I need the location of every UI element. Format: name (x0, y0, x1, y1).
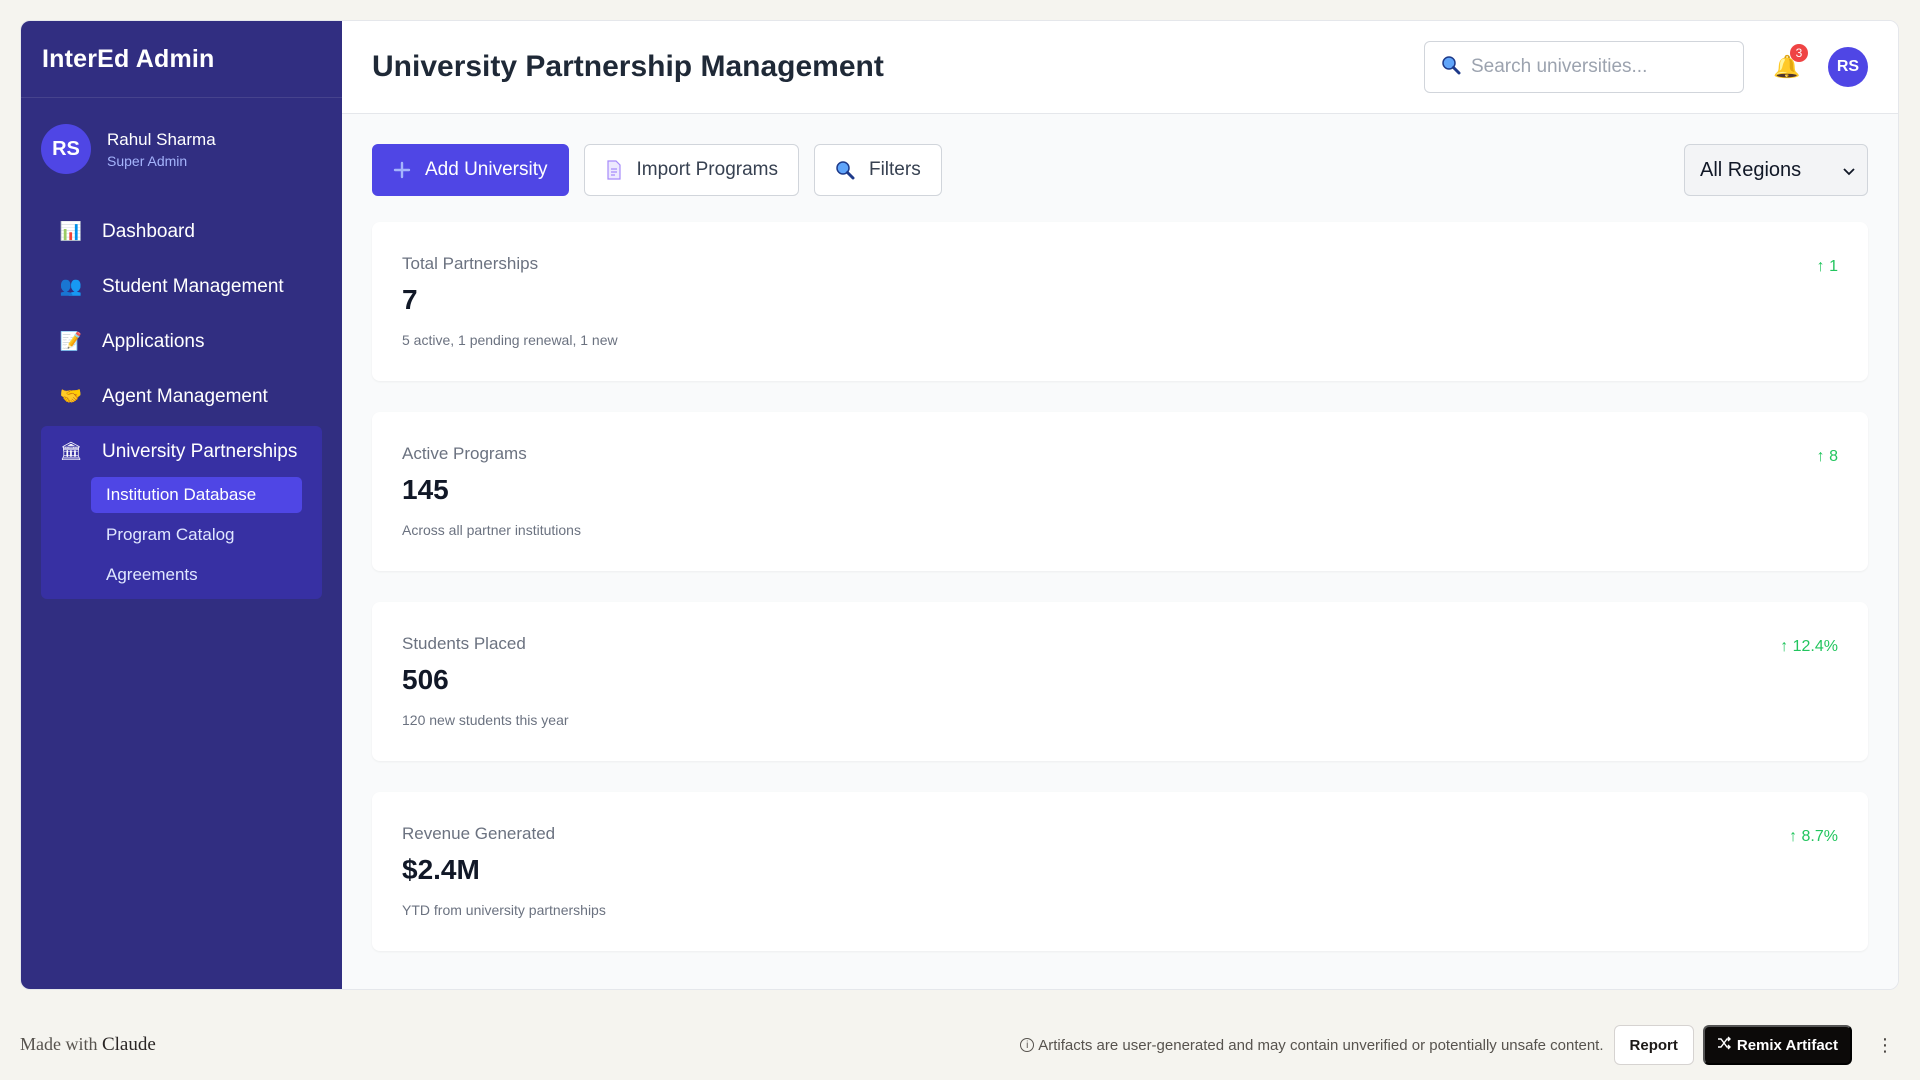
stats-cards: Total Partnerships 7 5 active, 1 pending… (372, 222, 1868, 982)
stat-label: Revenue Generated (402, 824, 556, 843)
header-avatar[interactable]: RS (1828, 47, 1868, 87)
search-box[interactable] (1424, 41, 1744, 93)
made-with-label: Made with (20, 1034, 98, 1054)
disclaimer: i Artifacts are user-generated and may c… (1020, 1036, 1604, 1054)
stat-value: 7 (402, 284, 418, 315)
stat-subtext: Across all partner institutions (402, 522, 581, 538)
stat-trend: ↑ 12.4% (1780, 638, 1838, 655)
top-bar: University Partnership Management 🔔 3 RS (342, 21, 1898, 114)
more-options-icon[interactable]: ⋮ (1876, 1035, 1894, 1056)
chevron-down-icon (1843, 159, 1855, 182)
sidebar-item-dashboard[interactable]: 📊 Dashboard (41, 206, 322, 257)
disclaimer-text: Artifacts are user-generated and may con… (1038, 1036, 1604, 1054)
sidebar-item-student-management[interactable]: 👥 Student Management (41, 261, 322, 312)
sidebar-subnav: Institution Database Program Catalog Agr… (41, 477, 322, 593)
subnav-item-agreements[interactable]: Agreements (91, 557, 302, 593)
search-icon (1441, 55, 1461, 80)
stat-trend: ↑ 8.7% (1789, 828, 1838, 845)
sidebar-nav: 📊 Dashboard 👥 Student Management 📝 Appli… (21, 194, 342, 599)
report-button[interactable]: Report (1613, 1025, 1694, 1065)
subnav-item-program-catalog[interactable]: Program Catalog (91, 517, 302, 553)
sidebar-item-label: Dashboard (102, 220, 195, 242)
region-select-value: All Regions (1700, 158, 1802, 181)
sidebar-item-label: Agent Management (102, 385, 268, 407)
memo-icon: 📝 (59, 331, 83, 351)
avatar: RS (41, 124, 91, 174)
magnifier-icon (835, 160, 855, 180)
shuffle-icon (1717, 1036, 1731, 1054)
stat-value: 506 (402, 664, 449, 695)
notification-badge: 3 (1790, 44, 1808, 62)
filters-label: Filters (868, 159, 921, 180)
main-area: University Partnership Management 🔔 3 RS (342, 21, 1898, 989)
stat-value: 145 (402, 474, 449, 505)
sidebar-item-agent-management[interactable]: 🤝 Agent Management (41, 371, 322, 422)
document-icon (605, 160, 623, 180)
import-programs-label: Import Programs (636, 159, 778, 180)
stat-card-total-partnerships: Total Partnerships 7 5 active, 1 pending… (372, 222, 1868, 381)
institution-icon: 🏛 (59, 441, 83, 461)
stat-trend: ↑ 8 (1816, 448, 1838, 465)
stat-label: Active Programs (402, 444, 527, 463)
stat-card-students-placed: Students Placed 506 120 new students thi… (372, 602, 1868, 761)
stat-card-revenue-generated: Revenue Generated $2.4M YTD from univers… (372, 792, 1868, 951)
remix-artifact-button[interactable]: Remix Artifact (1702, 1025, 1852, 1065)
region-select[interactable]: All Regions (1684, 144, 1868, 196)
sidebar-item-label: Applications (102, 330, 205, 352)
stat-card-active-programs: Active Programs 145 Across all partner i… (372, 412, 1868, 571)
brand-title: InterEd Admin (21, 21, 342, 98)
user-name: Rahul Sharma (107, 129, 216, 149)
app-window: InterEd Admin RS Rahul Sharma Super Admi… (20, 20, 1899, 990)
sidebar-item-applications[interactable]: 📝 Applications (41, 316, 322, 367)
remix-label: Remix Artifact (1736, 1036, 1838, 1054)
content: Add University Import Programs Filters A… (342, 114, 1898, 982)
subnav-item-institution-database[interactable]: Institution Database (91, 477, 302, 513)
filters-button[interactable]: Filters (813, 144, 942, 196)
add-university-label: Add University (425, 159, 548, 180)
stat-subtext: 5 active, 1 pending renewal, 1 new (402, 332, 618, 348)
users-icon: 👥 (59, 276, 83, 296)
notifications-button[interactable]: 🔔 3 (1772, 44, 1808, 82)
plus-icon (393, 161, 411, 179)
sidebar-item-label: Student Management (102, 275, 284, 297)
stat-trend: ↑ 1 (1816, 258, 1838, 275)
sidebar-group-university-partnerships: 🏛 University Partnerships Institution Da… (41, 426, 322, 599)
chart-icon: 📊 (59, 221, 83, 241)
action-toolbar: Add University Import Programs Filters A… (372, 144, 1868, 196)
artifact-footer: Made with Claude i Artifacts are user-ge… (0, 1010, 1920, 1080)
stat-label: Total Partnerships (402, 254, 539, 273)
search-input[interactable] (1471, 56, 1721, 78)
import-programs-button[interactable]: Import Programs (583, 144, 799, 196)
info-icon: i (1020, 1038, 1035, 1052)
user-profile: RS Rahul Sharma Super Admin (21, 98, 342, 194)
sidebar-item-label: University Partnerships (102, 440, 298, 462)
add-university-button[interactable]: Add University (372, 144, 569, 196)
made-with-brand: Claude (101, 1034, 156, 1055)
user-role: Super Admin (107, 152, 188, 169)
stat-subtext: 120 new students this year (402, 712, 569, 728)
sidebar-item-university-partnerships[interactable]: 🏛 University Partnerships (41, 426, 322, 477)
sidebar: InterEd Admin RS Rahul Sharma Super Admi… (21, 21, 342, 989)
page-title: University Partnership Management (372, 50, 884, 83)
stat-subtext: YTD from university partnerships (402, 902, 606, 918)
stat-value: $2.4M (402, 854, 480, 885)
handshake-icon: 🤝 (59, 386, 83, 406)
made-with-text: Made with Claude (20, 1034, 156, 1056)
stat-label: Students Placed (402, 634, 526, 653)
